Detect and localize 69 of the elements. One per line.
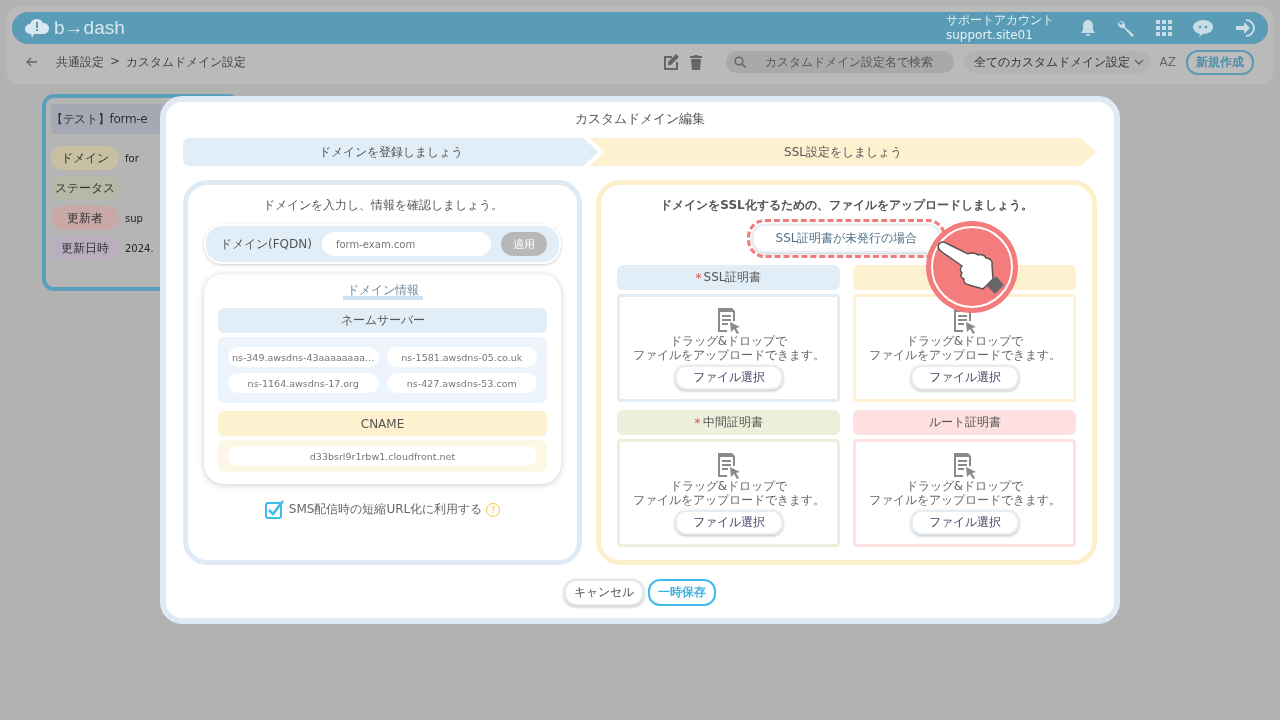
checkbox[interactable] (264, 500, 285, 519)
wrench-icon[interactable] (1116, 18, 1136, 38)
drop-zone[interactable]: ドラッグ&ドロップで ファイルをアップロードできます。 ファイル選択 (853, 439, 1076, 547)
panel-intro: ドメインをSSL化するための、ファイルをアップロードしましょう。 (660, 197, 1033, 214)
file-select-button[interactable]: ファイル選択 (674, 510, 783, 535)
back-arrow-icon[interactable] (26, 57, 38, 67)
breadcrumb-item[interactable]: > (110, 53, 121, 71)
field-value: sup (125, 212, 143, 224)
drop-hint: ドラッグ&ドロップで (669, 334, 788, 348)
edit-icon[interactable] (661, 53, 680, 71)
panel-intro: ドメインを入力し、情報を確認しましょう。 (261, 197, 504, 214)
certificate-title: ルート証明書 (928, 414, 1001, 431)
file-select-button[interactable]: ファイル選択 (910, 510, 1019, 535)
drop-hint: ファイルをアップロードできます。 (868, 348, 1061, 362)
logout-icon[interactable] (1234, 18, 1256, 38)
nameserver-value: ns-1164.awsdns-17.org (228, 373, 379, 393)
field-value: 2024. (125, 242, 154, 254)
nameserver-value: ns-427.awsdns-53.com (386, 373, 537, 393)
trash-icon[interactable] (689, 54, 702, 70)
step-banner: SSL設定をしましょう (589, 138, 1097, 166)
file-select-button[interactable]: ファイル選択 (674, 365, 783, 390)
search-icon (733, 56, 746, 68)
filter-dropdown[interactable]: 全てのカスタムドメイン設定 (963, 51, 1150, 73)
section-title: ドメイン情報 (342, 284, 423, 300)
field-value: for (125, 152, 139, 164)
grid-icon[interactable] (1156, 20, 1172, 36)
drop-zone[interactable]: ドラッグ&ドロップで ファイルをアップロードできます。 ファイル選択 (853, 294, 1076, 402)
chat-bubble-icon[interactable] (1192, 18, 1214, 38)
pointing-hand-icon (925, 220, 1019, 314)
account-name: サポートアカウント (946, 13, 1054, 28)
breadcrumb-item[interactable]: 共通設定 (56, 53, 104, 71)
drop-zone[interactable]: ドラッグ&ドロップで ファイルをアップロードできます。 ファイル選択 (617, 294, 840, 402)
drop-zone[interactable]: ドラッグ&ドロップで ファイルをアップロードできます。 ファイル選択 (617, 439, 840, 547)
drop-hint: ドラッグ&ドロップで (905, 479, 1024, 493)
section-header: CNAME (218, 411, 547, 436)
dialog-title: カスタムドメイン編集 (575, 110, 705, 128)
file-cursor-icon (715, 451, 742, 479)
drop-hint: ファイルをアップロードできます。 (868, 493, 1061, 507)
search-field[interactable]: カスタムドメイン設定名で検索 (725, 51, 954, 73)
cancel-button[interactable]: キャンセル (564, 579, 644, 606)
drop-hint: ファイルをアップロードできます。 (632, 493, 825, 507)
bell-icon[interactable] (1080, 19, 1096, 37)
field-label: ドメイン(FQDN) (220, 235, 312, 253)
certificate-title: 中間証明書 (702, 414, 763, 431)
nameserver-value: ns-349.awsdns-43aaaaaaaa… (228, 347, 379, 367)
required-mark: * (695, 270, 702, 285)
file-cursor-icon (951, 451, 978, 479)
step-banner: ドメインを登録しましょう (183, 138, 599, 166)
logo-text: b→dash (54, 17, 125, 39)
cname-value: d33bsrl9r1rbw1.cloudfront.net (228, 446, 537, 466)
nameserver-value: ns-1581.awsdns-05.co.uk (386, 347, 537, 367)
domain-input[interactable]: form-exam.com (321, 232, 491, 256)
section-header: ネームサーバー (218, 308, 547, 333)
account-id: support.site01 (946, 28, 1034, 43)
drop-hint: ドラッグ&ドロップで (669, 479, 788, 493)
drop-hint: ドラッグ&ドロップで (905, 334, 1024, 348)
field-label: ドメイン (51, 146, 119, 170)
chevron-down-icon (1133, 59, 1144, 65)
cloud-logo-icon (24, 17, 50, 39)
drop-hint: ファイルをアップロードできます。 (632, 348, 825, 362)
file-cursor-icon (715, 306, 742, 334)
required-mark: * (694, 415, 701, 430)
field-label: 更新日時 (51, 236, 119, 260)
checkbox-label: SMS配信時の短縮URL化に利用する (288, 501, 483, 518)
field-label: ステータス (51, 176, 119, 200)
breadcrumb-item[interactable]: カスタムドメイン設定 (126, 53, 247, 71)
file-select-button[interactable]: ファイル選択 (910, 365, 1019, 390)
certificate-title: SSL証明書 (703, 269, 762, 286)
field-label: 更新者 (51, 206, 119, 230)
